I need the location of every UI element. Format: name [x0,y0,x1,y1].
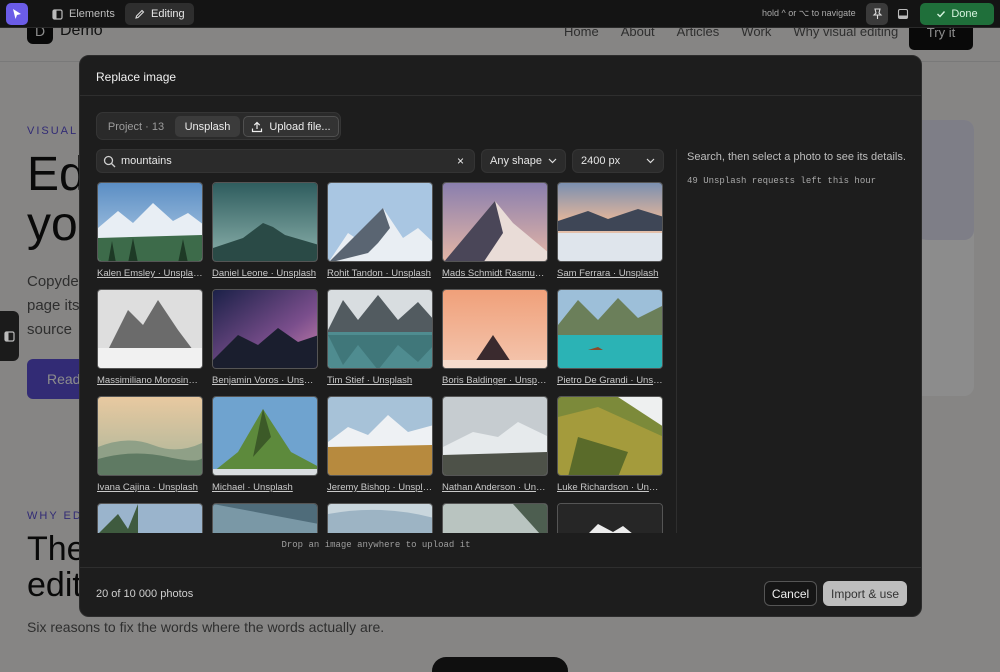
photo-card[interactable] [212,503,318,533]
details-hint: Search, then select a photo to see its d… [687,151,906,163]
photo-grid: Kalen Emsley · Unsplash Daniel Leone · U… [96,182,666,533]
source-unsplash-tab[interactable]: Unsplash [175,116,240,137]
photo-card[interactable]: Tim Stief · Unsplash [327,289,433,386]
photo-card[interactable]: Jeremy Bishop · Unsplash [327,396,433,493]
photo-thumbnail[interactable] [97,503,203,533]
shape-select-value: Any shape [490,155,542,167]
photo-credit[interactable]: Luke Richardson · Unsplash [557,482,663,493]
photo-thumbnail[interactable] [557,503,663,533]
photo-credit[interactable]: Mads Schmidt Rasmussen · Unsplash [442,268,548,279]
photo-thumbnail[interactable] [442,289,548,369]
photo-card[interactable]: Mads Schmidt Rasmussen · Unsplash [442,182,548,279]
result-count: 20 of 10 000 photos [96,588,194,600]
device-icon[interactable] [892,3,914,25]
photo-credit[interactable]: Rohit Tandon · Unsplash [327,268,433,279]
photo-card[interactable] [97,503,203,533]
photo-thumbnail[interactable] [97,396,203,476]
navigate-hint: hold ^ or ⌥ to navigate [762,8,856,18]
size-select-value: 2400 px [581,155,621,167]
sidebar-icon [4,330,15,342]
tab-editing[interactable]: Editing [125,3,194,25]
details-divider [676,149,677,533]
done-button[interactable]: Done [920,3,994,25]
photo-credit[interactable]: Benjamin Voros · Unsplash [212,375,318,386]
photo-thumbnail[interactable] [442,182,548,262]
dialog-title: Replace image [96,70,177,84]
tab-editing-label: Editing [151,8,185,20]
cursor-icon[interactable] [6,3,28,25]
photo-credit[interactable]: Massimiliano Morosinotto · Unsplash [97,375,203,386]
tab-elements-label: Elements [69,8,115,20]
pencil-icon [135,9,145,19]
dialog-header: Replace image [80,56,921,96]
photo-thumbnail[interactable] [212,396,318,476]
editor-toolbar: Elements Editing hold ^ or ⌥ to navigate… [0,0,1000,28]
clear-search-icon[interactable]: × [457,154,464,168]
photo-card[interactable]: Massimiliano Morosinotto · Unsplash [97,289,203,386]
photo-credit[interactable]: Kalen Emsley · Unsplash [97,268,203,279]
upload-file-button[interactable]: Upload file... [243,116,339,137]
photo-credit[interactable]: Sam Ferrara · Unsplash [557,268,663,279]
photo-thumbnail[interactable] [442,396,548,476]
photo-card[interactable] [327,503,433,533]
check-icon [937,11,946,18]
chevron-down-icon [548,158,557,164]
done-label: Done [951,8,978,20]
photo-card[interactable] [442,503,548,533]
photo-card[interactable]: Boris Baldinger · Unsplash [442,289,548,386]
photo-card[interactable]: Michael · Unsplash [212,396,318,493]
pin-icon[interactable] [866,3,888,25]
photo-thumbnail[interactable] [212,289,318,369]
photo-thumbnail[interactable] [442,503,548,533]
photo-credit[interactable]: Jeremy Bishop · Unsplash [327,482,433,493]
side-panel-toggle[interactable] [0,311,19,361]
search-query: mountains [121,155,172,167]
photo-credit[interactable]: Ivana Cajina · Unsplash [97,482,203,493]
photo-thumbnail[interactable] [97,182,203,262]
size-select[interactable]: 2400 px [572,149,664,173]
photo-card[interactable]: Kalen Emsley · Unsplash [97,182,203,279]
photo-thumbnail[interactable] [327,182,433,262]
dialog-footer: 20 of 10 000 photos Cancel Import & use [80,567,921,616]
shape-select[interactable]: Any shape [481,149,566,173]
photo-thumbnail[interactable] [212,503,318,533]
photo-card[interactable] [557,503,663,533]
photo-credit[interactable]: Tim Stief · Unsplash [327,375,433,386]
replace-image-dialog: Replace image Project · 13 Unsplash Uplo… [79,55,922,617]
photo-thumbnail[interactable] [557,289,663,369]
photo-thumbnail[interactable] [557,396,663,476]
photo-card[interactable]: Sam Ferrara · Unsplash [557,182,663,279]
photo-card[interactable]: Ivana Cajina · Unsplash [97,396,203,493]
tab-elements[interactable]: Elements [43,3,124,25]
photo-thumbnail[interactable] [327,396,433,476]
drop-hint: Drop an image anywhere to upload it [281,540,471,550]
photo-thumbnail[interactable] [327,289,433,369]
photo-card[interactable]: Daniel Leone · Unsplash [212,182,318,279]
photo-credit[interactable]: Daniel Leone · Unsplash [212,268,318,279]
import-use-button[interactable]: Import & use [823,581,907,606]
photo-credit[interactable]: Pietro De Grandi · Unsplash [557,375,663,386]
photo-thumbnail[interactable] [557,182,663,262]
photo-thumbnail[interactable] [327,503,433,533]
search-input[interactable]: mountains × [96,149,475,173]
photo-credit[interactable]: Nathan Anderson · Unsplash [442,482,548,493]
photo-thumbnail[interactable] [97,289,203,369]
panel-icon [52,8,63,20]
upload-file-label: Upload file... [269,120,331,133]
cancel-button[interactable]: Cancel [764,581,817,606]
requests-left: 49 Unsplash requests left this hour [687,176,877,186]
chevron-down-icon [646,158,655,164]
search-icon [103,155,116,168]
photo-card[interactable]: Benjamin Voros · Unsplash [212,289,318,386]
source-switcher: Project · 13 Unsplash Upload file... [96,112,341,140]
photo-credit[interactable]: Michael · Unsplash [212,482,318,493]
upload-icon [252,121,263,132]
source-project-tab[interactable]: Project · 13 [101,116,171,137]
photo-credit[interactable]: Boris Baldinger · Unsplash [442,375,548,386]
photo-card[interactable]: Luke Richardson · Unsplash [557,396,663,493]
photo-card[interactable]: Nathan Anderson · Unsplash [442,396,548,493]
photo-thumbnail[interactable] [212,182,318,262]
photo-card[interactable]: Pietro De Grandi · Unsplash [557,289,663,386]
photo-card[interactable]: Rohit Tandon · Unsplash [327,182,433,279]
